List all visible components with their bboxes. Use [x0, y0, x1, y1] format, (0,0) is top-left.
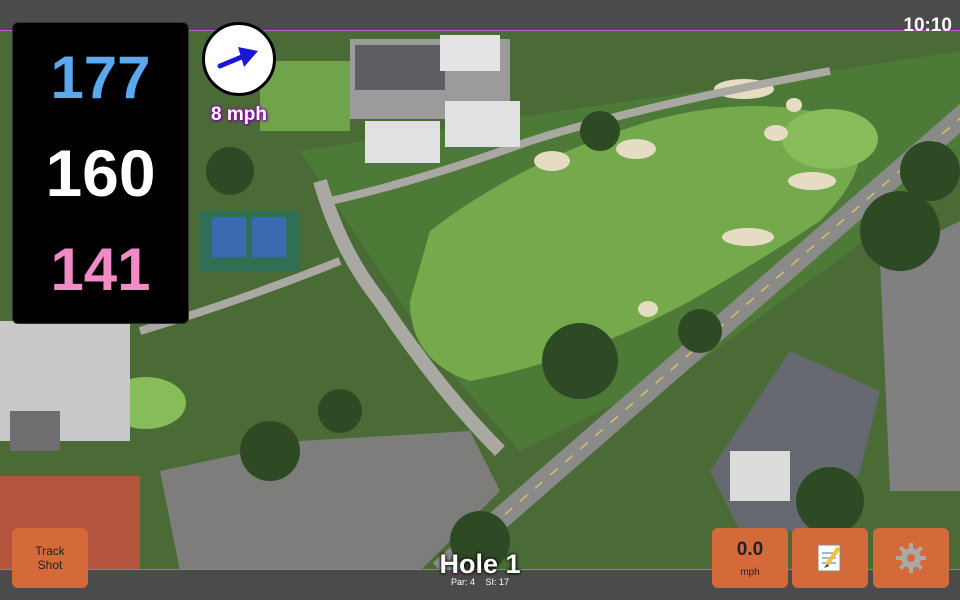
speed-unit: mph: [740, 566, 760, 578]
hole-stroke-index: SI: 17: [485, 577, 510, 587]
arrow-right-icon: [217, 47, 258, 69]
wind-speed-label: 8 mph: [211, 104, 267, 125]
speed-value: 0.0: [736, 538, 764, 560]
hole-par: Par: 4: [450, 577, 475, 587]
back-yardage: 177: [50, 44, 151, 111]
notes-button[interactable]: [792, 528, 868, 588]
settings-button[interactable]: [873, 528, 949, 588]
status-clock: 10:10: [903, 15, 952, 36]
gear-icon: [896, 543, 926, 573]
hole-info: Par: 4 SI: 17: [380, 577, 580, 587]
yardage-panel: 177 160 141: [12, 22, 189, 324]
wind-direction-dial: [202, 22, 276, 96]
front-yardage: 141: [50, 236, 151, 303]
speed-button[interactable]: 0.0 mph: [712, 528, 788, 588]
middle-yardage: 160: [45, 136, 156, 210]
track-shot-label-line2: Shot: [37, 558, 63, 572]
track-shot-label-line1: Track: [35, 544, 65, 558]
hole-title: Hole 1: [439, 549, 521, 579]
notepad-icon: [817, 544, 841, 572]
track-shot-button[interactable]: Track Shot: [12, 528, 88, 588]
